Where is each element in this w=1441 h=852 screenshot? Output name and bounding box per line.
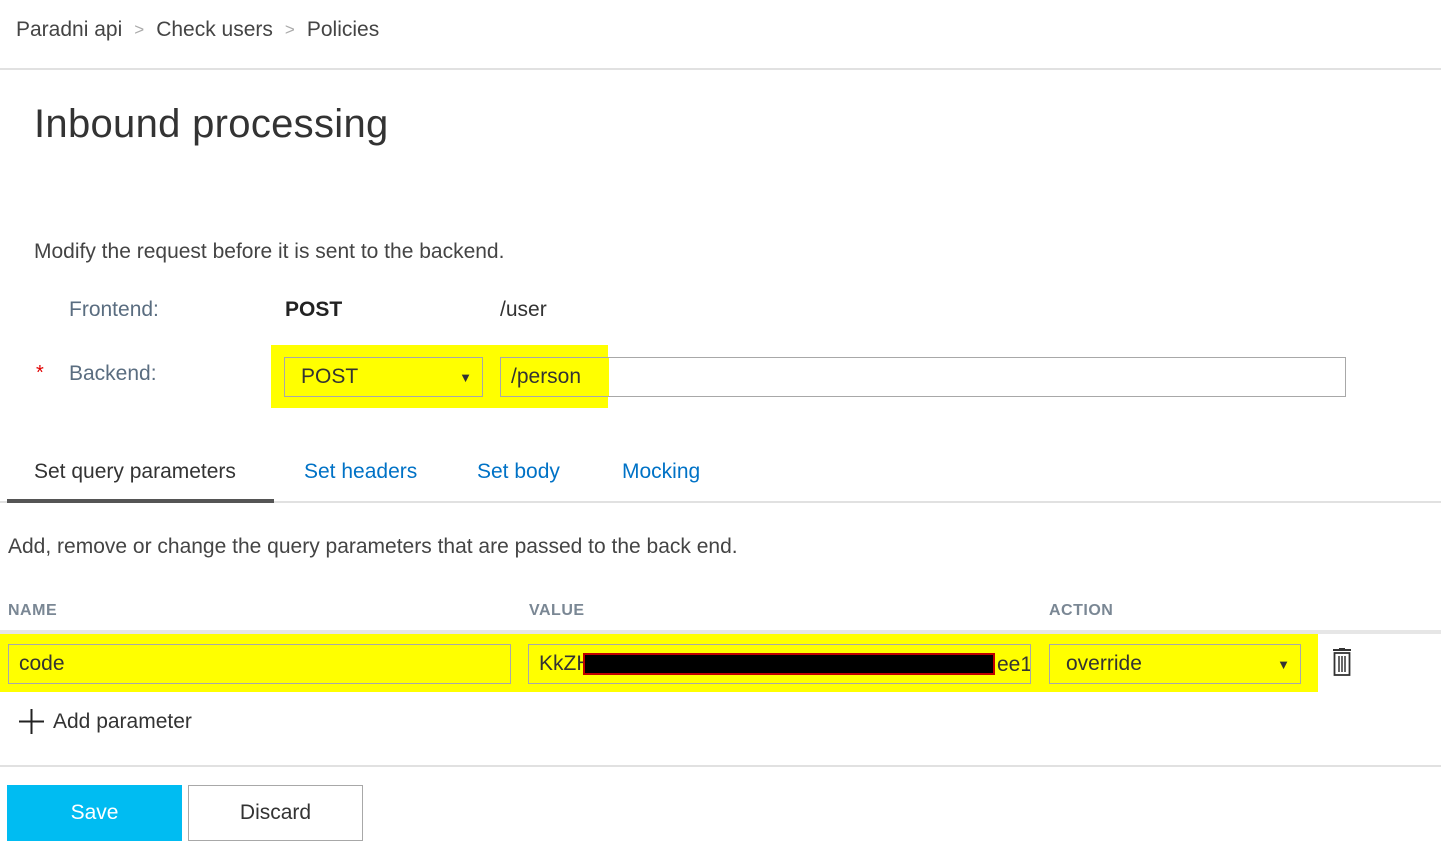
delete-parameter-button[interactable] <box>1330 648 1354 678</box>
header-divider <box>0 68 1441 70</box>
parameter-action-select[interactable]: override ▼ <box>1049 644 1301 684</box>
active-tab-indicator <box>7 499 274 503</box>
add-parameter-button[interactable]: Add parameter <box>18 708 192 735</box>
backend-path-value: /person <box>511 365 582 388</box>
page-title: Inbound processing <box>34 102 389 146</box>
tab-description: Add, remove or change the query paramete… <box>8 535 738 558</box>
parameter-value-suffix: ee1 <box>997 653 1031 676</box>
trash-icon <box>1333 648 1351 676</box>
backend-method-value: POST <box>301 365 359 388</box>
breadcrumb-item-policies[interactable]: Policies <box>307 18 379 42</box>
tab-set-query-parameters[interactable]: Set query parameters <box>34 460 236 484</box>
breadcrumb-item-operation[interactable]: Check users <box>156 18 273 42</box>
breadcrumb-item-api[interactable]: Paradni api <box>16 18 122 42</box>
backend-path-input[interactable]: /person <box>500 357 1346 397</box>
column-header-action: ACTION <box>1049 602 1114 619</box>
frontend-method: POST <box>285 298 343 321</box>
page-description: Modify the request before it is sent to … <box>34 240 505 263</box>
backend-method-select[interactable]: POST ▼ <box>284 357 483 397</box>
discard-button[interactable]: Discard <box>188 785 363 841</box>
breadcrumb-separator: > <box>134 20 145 39</box>
add-parameter-label: Add parameter <box>53 709 192 733</box>
footer-divider <box>0 765 1441 767</box>
frontend-label: Frontend: <box>69 298 159 321</box>
tab-mocking[interactable]: Mocking <box>622 460 700 484</box>
breadcrumb-separator: > <box>284 20 295 39</box>
save-button[interactable]: Save <box>7 785 182 841</box>
backend-label: Backend: <box>69 362 157 385</box>
tab-set-body[interactable]: Set body <box>477 460 560 484</box>
parameter-action-value: override <box>1066 652 1142 675</box>
redaction-block <box>583 653 995 675</box>
required-marker: * <box>36 362 44 384</box>
table-row: code KkZH ee1 override ▼ <box>0 634 1441 692</box>
chevron-down-icon: ▼ <box>459 369 472 385</box>
plus-icon <box>19 709 44 734</box>
chevron-down-icon: ▼ <box>1277 656 1290 672</box>
breadcrumb: Paradni api > Check users > Policies <box>16 18 379 42</box>
tab-set-headers[interactable]: Set headers <box>304 460 417 484</box>
parameter-value-input[interactable]: KkZH ee1 <box>528 644 1031 684</box>
frontend-path: /user <box>500 298 547 321</box>
column-header-name: NAME <box>8 602 58 619</box>
parameter-name-value: code <box>19 652 65 675</box>
parameter-name-input[interactable]: code <box>8 644 511 684</box>
column-header-value: VALUE <box>529 602 585 619</box>
